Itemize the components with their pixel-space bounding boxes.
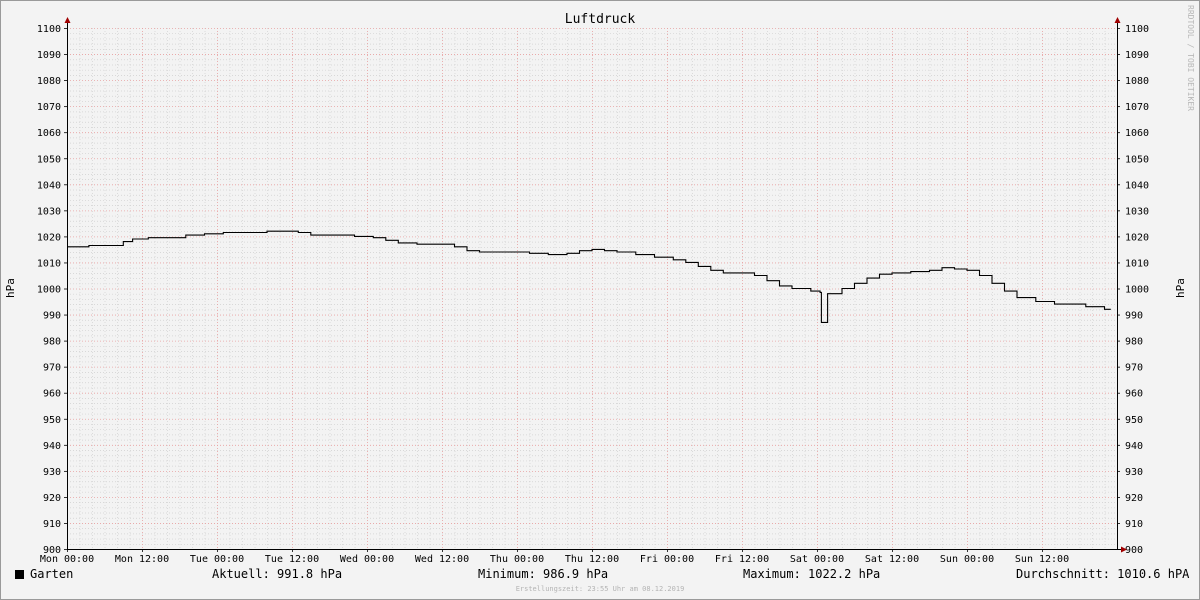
y-tick-label-left: 1010 bbox=[37, 258, 61, 269]
minor-grid bbox=[67, 28, 1117, 549]
y-tick-label-left: 920 bbox=[43, 493, 61, 504]
stat-minimum: Minimum: 986.9 hPa bbox=[478, 567, 609, 581]
y-tick-label-left: 1100 bbox=[37, 24, 61, 35]
creation-time-note: Erstellungszeit: 23:55 Uhr am 08.12.2019 bbox=[515, 585, 685, 593]
stat-aktuell: Aktuell: 991.8 hPa bbox=[212, 567, 343, 581]
y-tick-label-right: 1040 bbox=[1125, 180, 1149, 191]
y-tick-label-left: 970 bbox=[43, 363, 61, 374]
y-tick-label-right: 1080 bbox=[1125, 76, 1149, 87]
y-tick-label-right: 1030 bbox=[1125, 206, 1149, 217]
x-tick-label: Sat 12:00 bbox=[865, 554, 919, 565]
y-tick-label-left: 1030 bbox=[37, 206, 61, 217]
x-tick-label: Mon 12:00 bbox=[115, 554, 169, 565]
watermark: RRDTOOL / TOBI OETIKER bbox=[1186, 5, 1195, 111]
x-tick-label: Sun 00:00 bbox=[940, 554, 994, 565]
x-tick-label: Tue 12:00 bbox=[265, 554, 319, 565]
y-tick-label-left: 910 bbox=[43, 519, 61, 530]
y-tick-label-right: 1070 bbox=[1125, 102, 1149, 113]
y-tick-label-left: 930 bbox=[43, 467, 61, 478]
y-tick-label-left: 1040 bbox=[37, 180, 61, 191]
y-tick-label-right: 940 bbox=[1125, 441, 1143, 452]
y-tick-label-right: 1090 bbox=[1125, 50, 1149, 61]
x-tick-label: Sat 00:00 bbox=[790, 554, 844, 565]
y-tick-labels: 900 900910 910920 920930 930940 940950 950960 9… bbox=[37, 24, 1149, 556]
y-tick-label-left: 1000 bbox=[37, 285, 61, 296]
x-tick-label: Fri 00:00 bbox=[640, 554, 694, 565]
y-tick-label-right: 1010 bbox=[1125, 258, 1149, 269]
major-grid bbox=[67, 28, 1117, 549]
y-tick-label-right: 910 bbox=[1125, 519, 1143, 530]
x-tick-label: Thu 00:00 bbox=[490, 554, 544, 565]
y-tick-label-right: 950 bbox=[1125, 415, 1143, 426]
x-tick-label: Wed 00:00 bbox=[340, 554, 394, 565]
y-tick-label-right: 920 bbox=[1125, 493, 1143, 504]
y-tick-label-left: 1020 bbox=[37, 232, 61, 243]
y-tick-label-left: 1050 bbox=[37, 154, 61, 165]
stat-durchschnitt: Durchschnitt: 1010.6 hPA bbox=[1016, 567, 1190, 581]
x-tick-label: Wed 12:00 bbox=[415, 554, 469, 565]
y-tick-label-right: 930 bbox=[1125, 467, 1143, 478]
stat-maximum: Maximum: 1022.2 hPa bbox=[743, 567, 881, 581]
y-tick-label-right: 1060 bbox=[1125, 128, 1149, 139]
y-tick-label-left: 1090 bbox=[37, 50, 61, 61]
y-tick-label-left: 950 bbox=[43, 415, 61, 426]
y-tick-label-right: 1020 bbox=[1125, 232, 1149, 243]
y-tick-label-right: 970 bbox=[1125, 363, 1143, 374]
y-axis-arrow-left bbox=[64, 17, 71, 23]
y-tick-label-left: 960 bbox=[43, 389, 61, 400]
y-tick-label-left: 990 bbox=[43, 311, 61, 322]
x-tick-labels: Mon 00:00 Mon 12:00 Tue 00:00 Tue 12:00 Wed … bbox=[40, 554, 1069, 565]
y-axis-label-left: hPa bbox=[4, 278, 17, 298]
legend-swatch-garten bbox=[15, 570, 24, 579]
x-tick-label: Fri 12:00 bbox=[715, 554, 769, 565]
series-line-garten bbox=[67, 230, 1111, 323]
series-layer bbox=[67, 230, 1111, 323]
y-tick-label-left: 1080 bbox=[37, 76, 61, 87]
y-tick-label-right: 900 bbox=[1125, 545, 1143, 556]
y-tick-label-right: 980 bbox=[1125, 337, 1143, 348]
x-tick-label: Mon 00:00 bbox=[40, 554, 94, 565]
y-tick-label-left: 1060 bbox=[37, 128, 61, 139]
chart-title: Luftdruck bbox=[565, 12, 636, 27]
legend-label-garten: Garten bbox=[30, 567, 74, 581]
y-tick-label-right: 990 bbox=[1125, 311, 1143, 322]
y-tick-label-right: 1000 bbox=[1125, 285, 1149, 296]
y-tick-label-right: 960 bbox=[1125, 389, 1143, 400]
x-tick-label: Thu 12:00 bbox=[565, 554, 619, 565]
y-tick-label-right: 1100 bbox=[1125, 24, 1149, 35]
y-tick-label-left: 1070 bbox=[37, 102, 61, 113]
y-tick-label-left: 980 bbox=[43, 337, 61, 348]
y-axis-label-right: hPa bbox=[1174, 278, 1187, 298]
y-tick-label-right: 1050 bbox=[1125, 154, 1149, 165]
chart-svg: 900 900910 910920 920930 930940 940950 950960 9… bbox=[4, 5, 1195, 565]
y-tick-label-left: 940 bbox=[43, 441, 61, 452]
x-tick-label: Sun 12:00 bbox=[1015, 554, 1069, 565]
x-tick-label: Tue 00:00 bbox=[190, 554, 244, 565]
y-axis-arrow-right bbox=[1114, 17, 1121, 23]
